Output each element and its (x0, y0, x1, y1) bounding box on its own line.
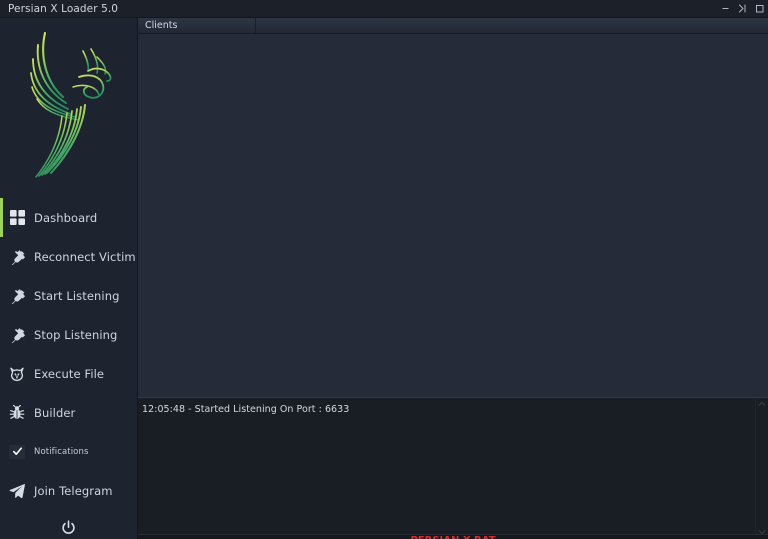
column-header-filler (256, 18, 768, 33)
sidebar-item-label: Stop Listening (34, 327, 118, 342)
sidebar-item-label: Dashboard (34, 210, 98, 225)
notifications-checkbox[interactable] (0, 444, 34, 459)
log-list[interactable]: 12:05:48 - Started Listening On Port : 6… (138, 399, 755, 539)
log-entry: 12:05:48 - Started Listening On Port : 6… (142, 404, 350, 415)
active-indicator (0, 315, 3, 354)
log-panel: 12:05:48 - Started Listening On Port : 6… (138, 399, 768, 539)
plug-icon (0, 326, 34, 343)
chevron-up-icon[interactable] (758, 401, 766, 409)
active-indicator (0, 237, 3, 276)
power-icon (61, 519, 76, 539)
sidebar-item-execute-file[interactable]: Execute File (0, 354, 137, 393)
active-indicator (0, 432, 3, 471)
sidebar-item-start-listening[interactable]: Start Listening (0, 276, 137, 315)
active-indicator (0, 276, 3, 315)
window-controls (717, 0, 768, 17)
plug-icon (0, 248, 34, 265)
collapse-button[interactable] (734, 0, 751, 18)
window-body: Dashboard Reconnect Victim Start Listeni… (0, 18, 768, 539)
sidebar-item-stop-listening[interactable]: Stop Listening (0, 315, 137, 354)
active-indicator (0, 393, 3, 432)
sidebar-item-label: Start Listening (34, 288, 120, 303)
sidebar-item-builder[interactable]: Builder (0, 393, 137, 432)
sidebar: Dashboard Reconnect Victim Start Listeni… (0, 18, 138, 539)
log-scrollbar[interactable] (755, 399, 768, 539)
sidebar-item-label: Builder (34, 405, 76, 420)
telegram-icon (0, 483, 34, 499)
check-icon (9, 444, 25, 459)
plug-icon (0, 287, 34, 304)
sidebar-item-dashboard[interactable]: Dashboard (0, 198, 137, 237)
sidebar-footer (0, 510, 137, 539)
status-bar: PERSIAN X RAT (138, 534, 768, 539)
phoenix-logo (0, 18, 137, 198)
sidebar-item-join-telegram[interactable]: Join Telegram (0, 471, 137, 510)
app-window: Persian X Loader 5.0 Dashboard Reconnect… (0, 0, 768, 539)
minimize-button[interactable] (717, 0, 734, 18)
active-indicator (0, 471, 3, 510)
sidebar-item-label: Reconnect Victim (34, 249, 136, 264)
active-indicator (0, 198, 3, 237)
sidebar-item-label: Execute File (34, 366, 105, 381)
clients-grid-header: Clients (138, 18, 768, 34)
maximize-icon (754, 3, 765, 14)
sidebar-item-label: Join Telegram (34, 483, 113, 498)
sidebar-item-reconnect-victim[interactable]: Reconnect Victim (0, 237, 137, 276)
sidebar-item-label: Notifications (34, 446, 89, 457)
main-panel: Clients 12:05:48 - Started Listening On … (138, 18, 768, 539)
grid-icon (0, 210, 34, 225)
maximize-button[interactable] (751, 0, 768, 18)
minimize-icon (720, 3, 731, 14)
sidebar-item-notifications[interactable]: Notifications (0, 432, 137, 471)
bug-icon (0, 404, 34, 421)
sidebar-menu: Dashboard Reconnect Victim Start Listeni… (0, 198, 137, 510)
column-header-clients[interactable]: Clients (138, 18, 256, 33)
collapse-right-icon (737, 3, 748, 14)
wolf-head-icon (0, 366, 34, 382)
title-bar: Persian X Loader 5.0 (0, 0, 768, 18)
active-indicator (0, 354, 3, 393)
window-title: Persian X Loader 5.0 (8, 2, 119, 15)
power-button[interactable] (56, 517, 82, 539)
clients-grid-body[interactable] (138, 34, 768, 397)
